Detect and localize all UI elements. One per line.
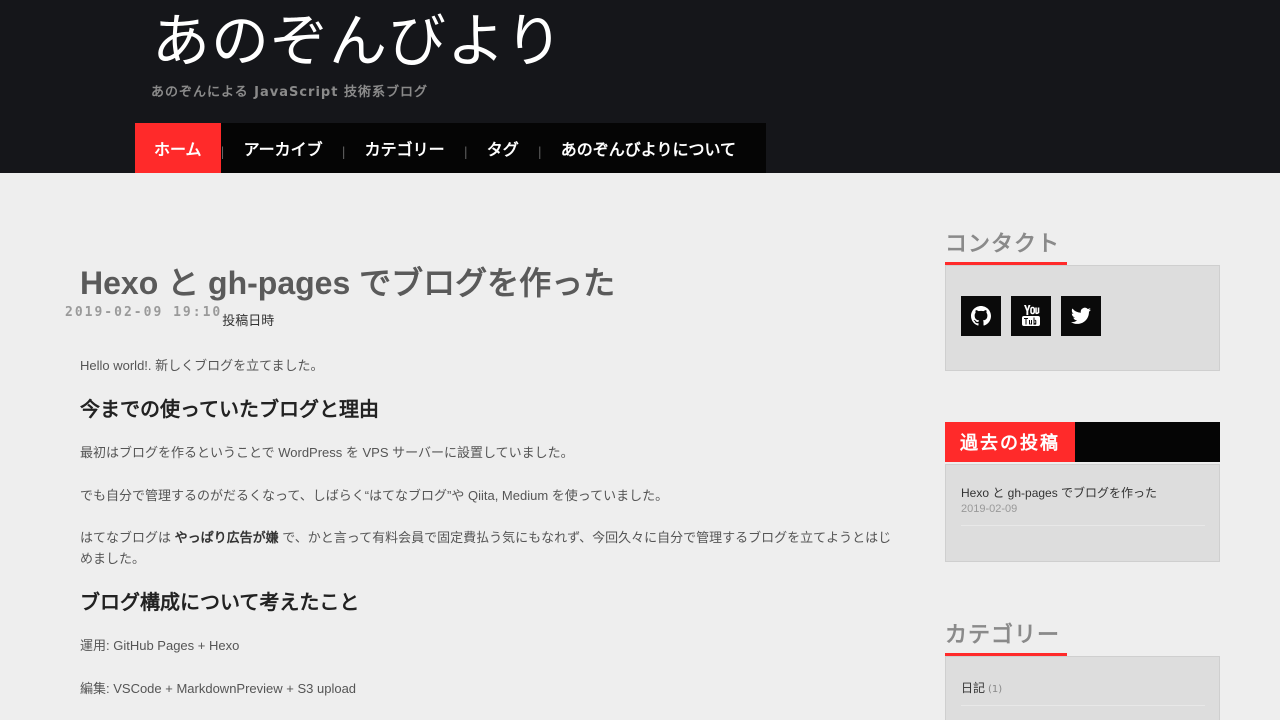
post-paragraph: でも自分で管理するのがだるくなって、しばらく“はてなブログ”や Qiita, M… [80, 487, 669, 503]
post-title[interactable]: Hexo と gh-pages でブログを作った [80, 258, 615, 304]
category-item[interactable]: 日記 (1) [961, 679, 1002, 696]
post-paragraph: 編集: VSCode + MarkdownPreview + S3 upload [80, 680, 357, 696]
main-nav: ホーム | アーカイブ | カテゴリー | タグ | あのぞんびよりについて [135, 123, 766, 173]
site-header: あのぞんびより あのぞんによる JavaScript 技術系ブログ ホーム | … [0, 0, 1280, 173]
past-posts-heading: 過去の投稿 [945, 422, 1075, 462]
post-heading: 今までの使っていたブログと理由 [80, 396, 379, 421]
categories-heading: カテゴリー [945, 623, 1061, 648]
past-posts-header: 過去の投稿 [945, 422, 1220, 462]
site-title[interactable]: あのぞんびより [152, 9, 564, 74]
twitter-icon [1071, 307, 1091, 324]
github-link[interactable] [961, 296, 1001, 336]
youtube-icon [1022, 305, 1040, 326]
past-post-link[interactable]: Hexo と gh-pages でブログを作った [961, 484, 1157, 501]
post-meta: 2019-02-09 19:10 投稿日時 [65, 305, 274, 329]
site-description: あのぞんによる JavaScript 技術系ブログ [151, 85, 428, 100]
contact-heading: コンタクト [945, 232, 1061, 257]
category-label: 日記 [961, 681, 986, 695]
nav-item-tags[interactable]: タグ [468, 123, 538, 173]
past-post-date: 2019-02-09 [961, 503, 1018, 515]
github-icon [971, 306, 991, 326]
nav-item-archive[interactable]: アーカイブ [225, 123, 342, 173]
nav-item-categories[interactable]: カテゴリー [346, 123, 464, 173]
post-text: はてなブログは [80, 530, 175, 546]
list-divider [961, 705, 1205, 706]
category-count: (1) [988, 684, 1003, 695]
post-paragraph: 最初はブログを作るということで WordPress を VPS サーバーに設置し… [80, 444, 574, 460]
post-body: Hello world!. 新しくブログを立てました。 今までの使っていたブログ… [80, 356, 900, 720]
nav-item-home[interactable]: ホーム [135, 123, 221, 173]
post-date-label: 投稿日時 [222, 314, 275, 329]
nav-item-about[interactable]: あのぞんびよりについて [542, 123, 755, 173]
post-paragraph: Hello world!. 新しくブログを立てました。 [80, 358, 324, 373]
post-emphasis: やっぱり広告が嫌 [174, 530, 279, 546]
list-divider [961, 525, 1205, 526]
post-paragraph: 運用: GitHub Pages + Hexo [80, 637, 240, 653]
post-date: 2019-02-09 19:10 [65, 305, 223, 320]
post-heading: ブログ構成について考えたこと [80, 589, 360, 614]
twitter-link[interactable] [1061, 296, 1101, 336]
youtube-link[interactable] [1011, 296, 1051, 336]
post-paragraph: はてなブログは やっぱり広告が嫌 で、かと言って有料会員で固定費払う気にもなれず… [80, 528, 900, 570]
